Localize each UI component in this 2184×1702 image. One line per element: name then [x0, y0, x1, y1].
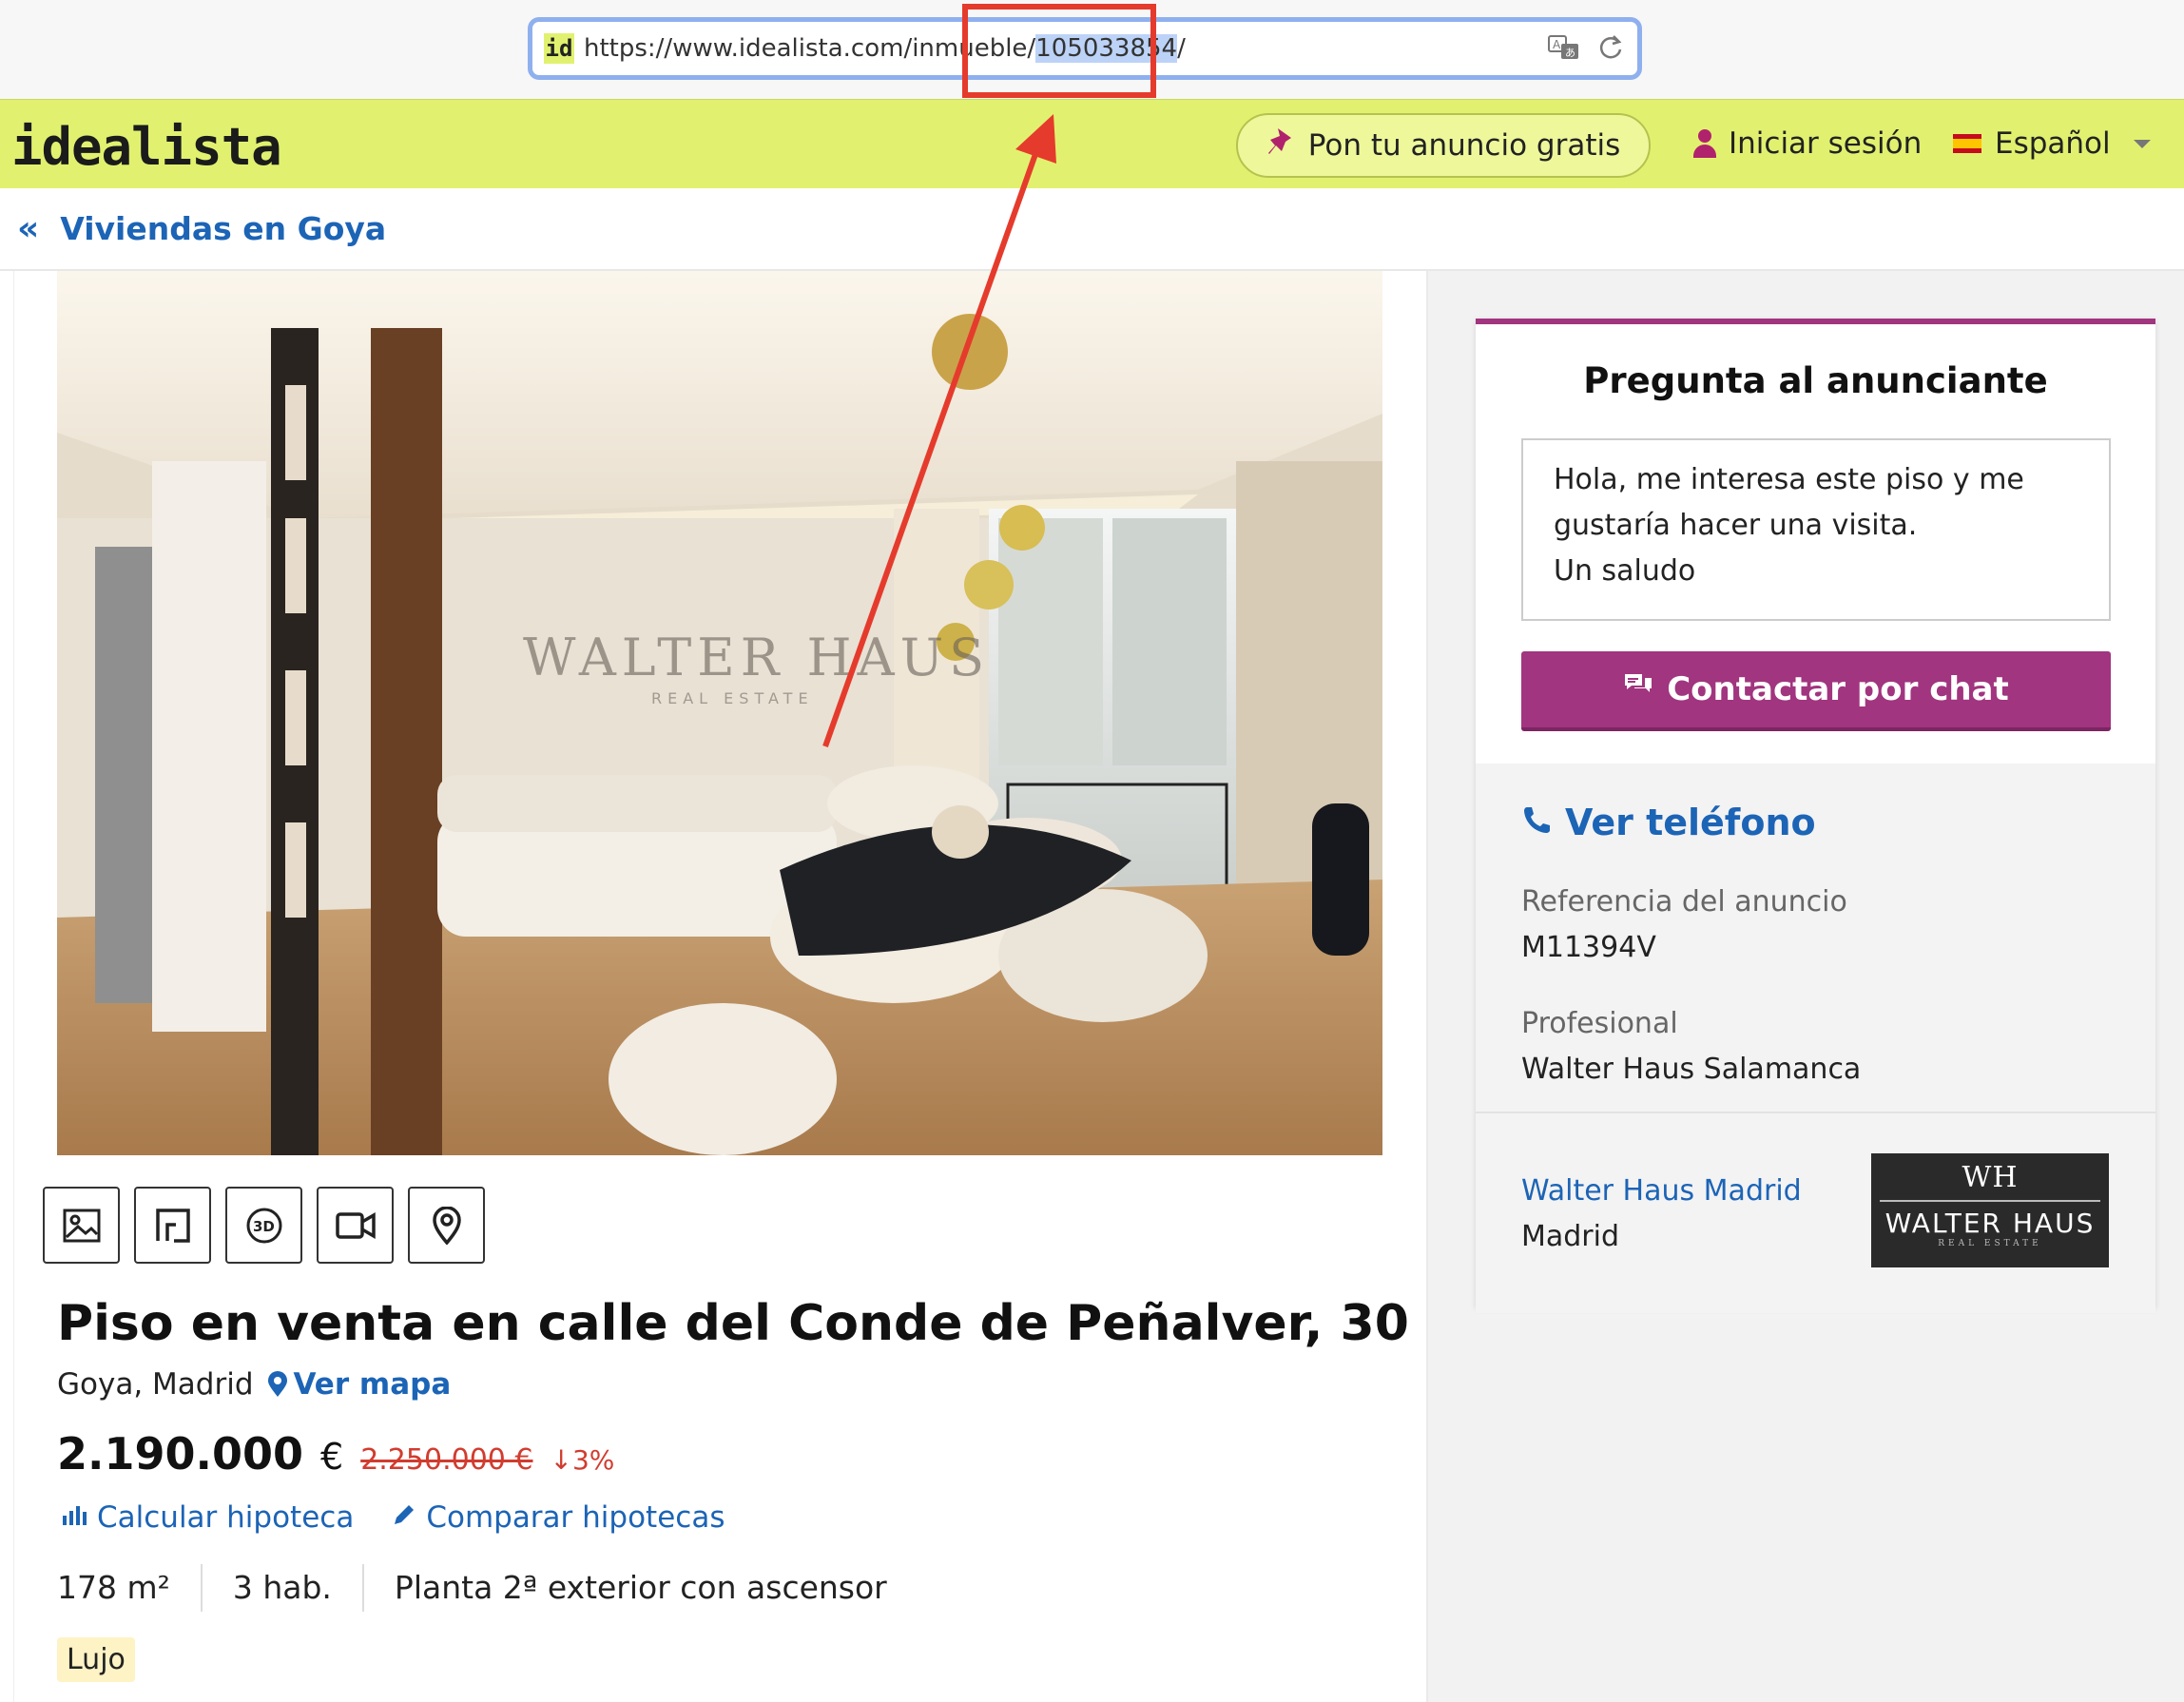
login-link[interactable]: Iniciar sesión — [1692, 126, 1922, 161]
view-phone-label: Ver teléfono — [1565, 802, 1816, 843]
mortgage-tools: Calcular hipoteca Comparar hipotecas — [61, 1500, 725, 1535]
agency-link[interactable]: Walter Haus Madrid — [1521, 1174, 1802, 1208]
annotation-highlight-box — [962, 4, 1156, 98]
location-text: Goya, Madrid — [57, 1367, 254, 1402]
contact-card: Pregunta al anunciante Hola, me interesa… — [1476, 319, 2155, 1313]
agency-logo[interactable]: WH WALTER HAUS REAL ESTATE — [1871, 1153, 2109, 1267]
site-favicon-icon: id — [544, 33, 574, 64]
feature-rooms: 3 hab. — [200, 1564, 362, 1612]
location-row: Goya, Madrid Ver mapa — [57, 1367, 451, 1402]
phone-icon — [1521, 802, 1552, 843]
idealista-logo[interactable]: idealista — [11, 117, 282, 177]
compare-mortgage-label: Comparar hipotecas — [426, 1500, 725, 1535]
post-ad-button[interactable]: Pon tu anuncio gratis — [1236, 113, 1651, 178]
3d-tour-icon[interactable]: 3D — [225, 1187, 302, 1264]
site-header: idealista Pon tu anuncio gratis Iniciar … — [0, 99, 2184, 188]
luxury-tag: Lujo — [57, 1637, 135, 1682]
pencil-icon — [392, 1500, 416, 1535]
svg-text:A: A — [1553, 38, 1561, 51]
agency-logo-mark: WH — [1962, 1161, 2019, 1194]
map-pin-icon[interactable] — [408, 1187, 485, 1264]
message-line: Un saludo — [1554, 554, 1696, 588]
breadcrumb[interactable]: « Viviendas en Goya — [17, 209, 386, 248]
url-suffix: / — [1177, 34, 1186, 63]
listing-title: Piso en venta en calle del Conde de Peña… — [57, 1295, 1409, 1352]
calc-mortgage-link[interactable]: Calcular hipoteca — [61, 1500, 354, 1535]
translate-icon[interactable]: Aあ — [1548, 33, 1580, 69]
language-label: Español — [1995, 126, 2111, 161]
agency-logo-rule — [1880, 1200, 2100, 1202]
pro-value: Walter Haus Salamanca — [1521, 1053, 1862, 1086]
photos-icon[interactable] — [43, 1187, 120, 1264]
agency-logo-name: WALTER HAUS — [1884, 1208, 2096, 1239]
price-value: 2.190.000 — [57, 1428, 303, 1480]
view-map-label: Ver mapa — [293, 1367, 452, 1402]
features-row: 178 m² 3 hab. Planta 2ª exterior con asc… — [57, 1564, 918, 1612]
language-select[interactable]: Español — [1953, 126, 2151, 161]
listing-main-photo[interactable]: WALTER HAUS REAL ESTATE — [57, 271, 1382, 1155]
spain-flag-icon — [1953, 134, 1981, 153]
view-phone-link[interactable]: Ver teléfono — [1521, 802, 1816, 843]
reload-icon[interactable] — [1597, 33, 1624, 69]
svg-text:3D: 3D — [253, 1218, 275, 1235]
user-icon — [1692, 129, 1717, 158]
photo-watermark: WALTER HAUS — [523, 628, 990, 687]
breadcrumb-label: Viviendas en Goya — [60, 210, 387, 247]
contact-card-title: Pregunta al anunciante — [1583, 360, 2048, 401]
contact-chat-button[interactable]: Contactar por chat — [1521, 651, 2111, 731]
contact-details: Ver teléfono Referencia del anuncio M113… — [1476, 764, 2155, 1313]
bar-chart-icon — [61, 1500, 87, 1535]
feature-floor: Planta 2ª exterior con ascensor — [361, 1564, 918, 1612]
price-row: 2.190.000 € 2.250.000 € ↓3% — [57, 1428, 614, 1480]
message-textarea[interactable]: Hola, me interesa este piso y me gustarí… — [1521, 438, 2111, 621]
arrow-down-icon: ↓ — [550, 1444, 572, 1476]
agency-city: Madrid — [1521, 1220, 1620, 1253]
message-line: gustaría hacer una visita. — [1554, 509, 1918, 542]
price-drop-value: 3% — [571, 1444, 615, 1476]
chevron-down-icon — [2133, 139, 2151, 148]
double-chevron-left-icon: « — [17, 209, 40, 248]
calc-mortgage-label: Calcular hipoteca — [97, 1500, 355, 1535]
agency-logo-sub: REAL ESTATE — [1938, 1239, 2042, 1248]
old-price: 2.250.000 € — [360, 1443, 533, 1477]
price-currency: € — [320, 1436, 344, 1478]
chat-bubble-icon — [1623, 670, 1653, 708]
video-icon[interactable] — [317, 1187, 394, 1264]
floorplan-icon[interactable] — [134, 1187, 211, 1264]
pushpin-icon — [1266, 126, 1295, 164]
pro-label: Profesional — [1521, 1007, 1678, 1040]
feature-area: 178 m² — [57, 1569, 170, 1606]
compare-mortgage-link[interactable]: Comparar hipotecas — [392, 1500, 725, 1535]
divider — [1476, 1112, 2155, 1113]
view-map-link[interactable]: Ver mapa — [267, 1367, 452, 1402]
svg-text:あ: あ — [1565, 47, 1575, 59]
price-drop: ↓3% — [551, 1444, 615, 1476]
post-ad-label: Pon tu anuncio gratis — [1307, 128, 1621, 163]
ref-label: Referencia del anuncio — [1521, 885, 1847, 919]
contact-chat-label: Contactar por chat — [1667, 670, 2009, 708]
message-line: Hola, me interesa este piso y me — [1554, 463, 2024, 496]
photo-watermark-sub: REAL ESTATE — [651, 689, 814, 707]
login-label: Iniciar sesión — [1729, 126, 1923, 161]
location-pin-icon — [267, 1371, 288, 1398]
ref-value: M11394V — [1521, 931, 1656, 964]
media-buttons: 3D — [43, 1187, 485, 1264]
